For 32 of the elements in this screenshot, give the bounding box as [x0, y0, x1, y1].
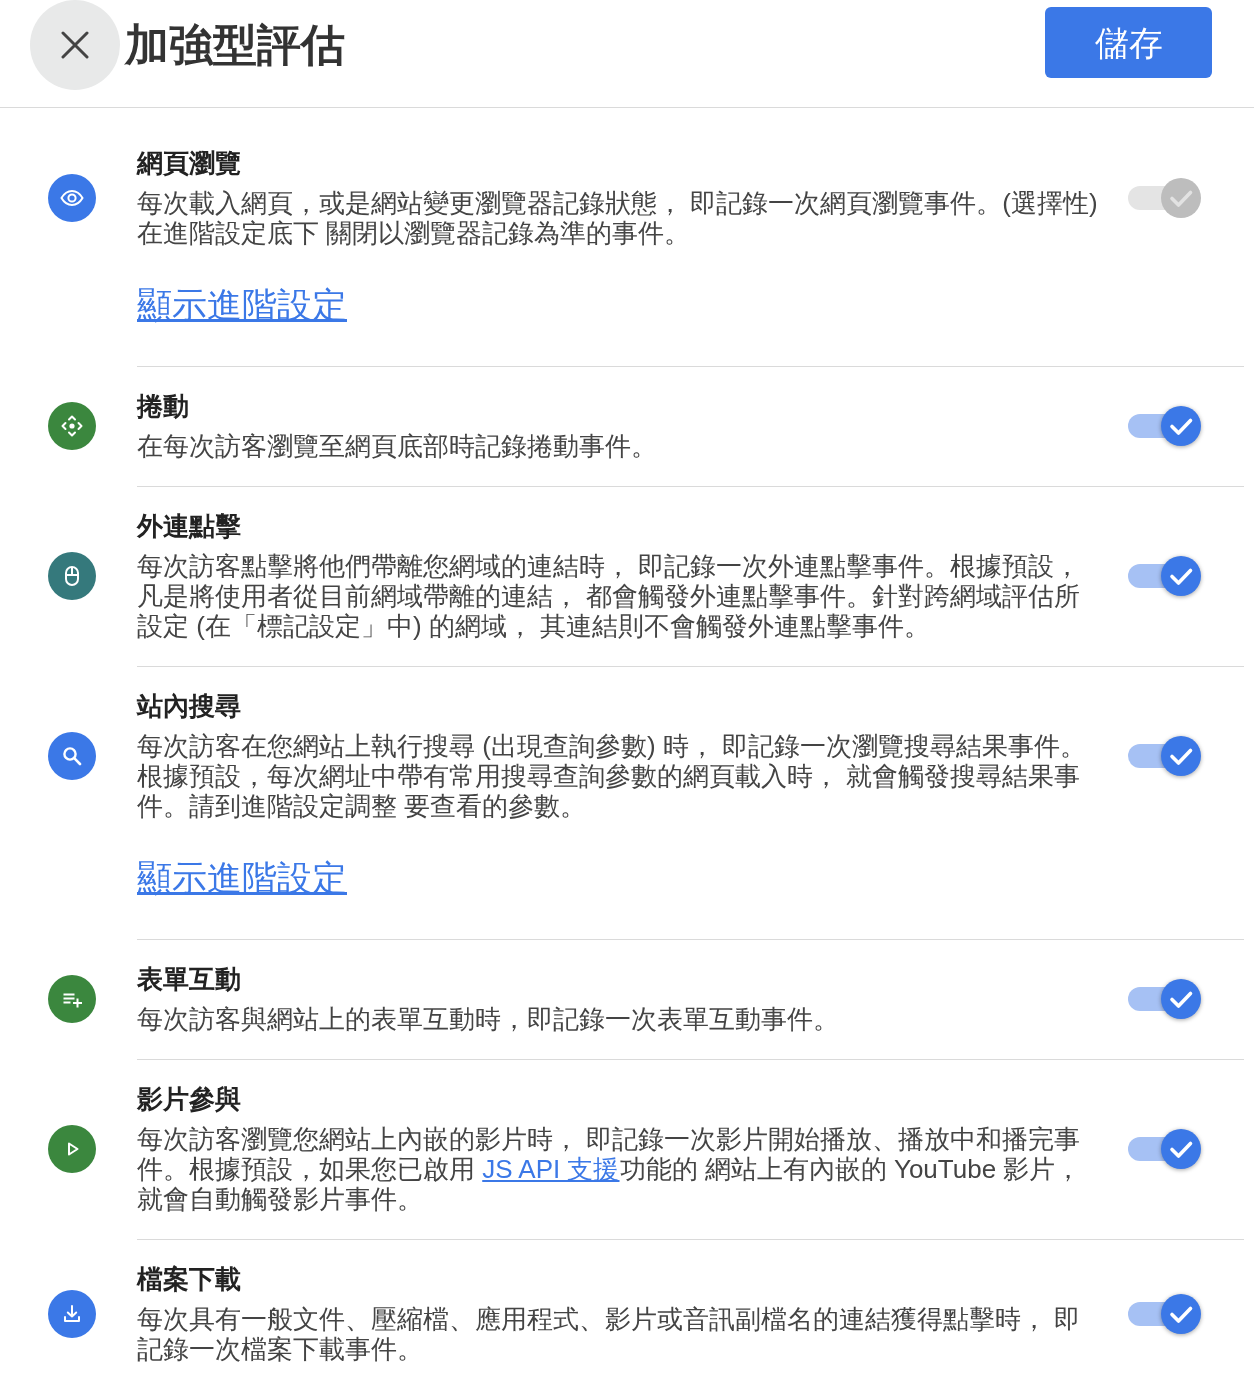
- check-icon: [1161, 406, 1201, 446]
- event-title: 外連點擊: [137, 511, 242, 541]
- toggle-switch[interactable]: [1128, 734, 1201, 778]
- check-icon: [1161, 736, 1201, 776]
- toggle-switch[interactable]: [1128, 554, 1201, 598]
- inline-link[interactable]: JS API 支援: [482, 1154, 620, 1184]
- toggle-switch[interactable]: [1128, 977, 1201, 1021]
- event-description: 在每次訪客瀏覽至網頁底部時記錄捲動事件。: [137, 431, 658, 461]
- event-title: 表單互動: [137, 964, 242, 994]
- page-title: 加強型評估: [125, 19, 345, 71]
- check-icon: [1161, 556, 1201, 596]
- toggle-switch[interactable]: [1128, 1292, 1201, 1336]
- toggle-switch[interactable]: [1128, 404, 1201, 448]
- save-button[interactable]: 儲存: [1045, 7, 1212, 78]
- event-description: 每次訪客點擊將他們帶離您網域的連結時， 即記錄一次外連點擊事件。根據預設，凡是將使用者從目前網域帶離的連結， 都會觸發外連點擊事件。針對跨網域評估所設定 (在「標記設定」中) 的網域， 其連結則不會觸發外連點擊事件。: [137, 551, 1082, 641]
- event-title: 捲動: [137, 391, 190, 421]
- advanced-settings-link[interactable]: 顯示進階設定: [137, 858, 347, 898]
- event-title: 網頁瀏覽: [137, 148, 242, 178]
- event-title: 檔案下載: [137, 1264, 242, 1294]
- event-description: 每次訪客在您網站上執行搜尋 (出現查詢參數) 時， 即記錄一次瀏覽搜尋結果事件。根據預設，每次網址中帶有常用搜尋查詢參數的網頁載入時， 就會觸發搜尋結果事件。請到進階設定調整 要查看的參數。: [137, 731, 1087, 821]
- event-title: 影片參與: [137, 1084, 242, 1114]
- event-description: 每次具有一般文件、壓縮檔、應用程式、影片或音訊副檔名的連結獲得點擊時， 即記錄一次檔案下載事件。: [137, 1304, 1082, 1364]
- check-icon: [1161, 1129, 1201, 1169]
- event-description: 每次訪客瀏覽您網站上內嵌的影片時， 即記錄一次影片開始播放、播放中和播完事件。根據預設，如果您已啟用 JS API 支援功能的 網站上有內嵌的 YouTube 影片，就會自動觸發影片事件。: [137, 1124, 1083, 1214]
- event-title: 站內搜尋: [137, 691, 242, 721]
- close-icon: [61, 31, 89, 59]
- toggle-switch[interactable]: [1128, 1127, 1201, 1171]
- check-icon: [1161, 178, 1201, 218]
- event-description: 每次訪客與網站上的表單互動時，即記錄一次表單互動事件。: [137, 1004, 840, 1034]
- check-icon: [1161, 1294, 1201, 1334]
- event-description: 每次載入網頁，或是網站變更瀏覽器記錄狀態， 即記錄一次網頁瀏覽事件。(選擇性)在進階設定底下 關閉以瀏覽器記錄為準的事件。: [137, 188, 1099, 248]
- check-icon: [1161, 979, 1201, 1019]
